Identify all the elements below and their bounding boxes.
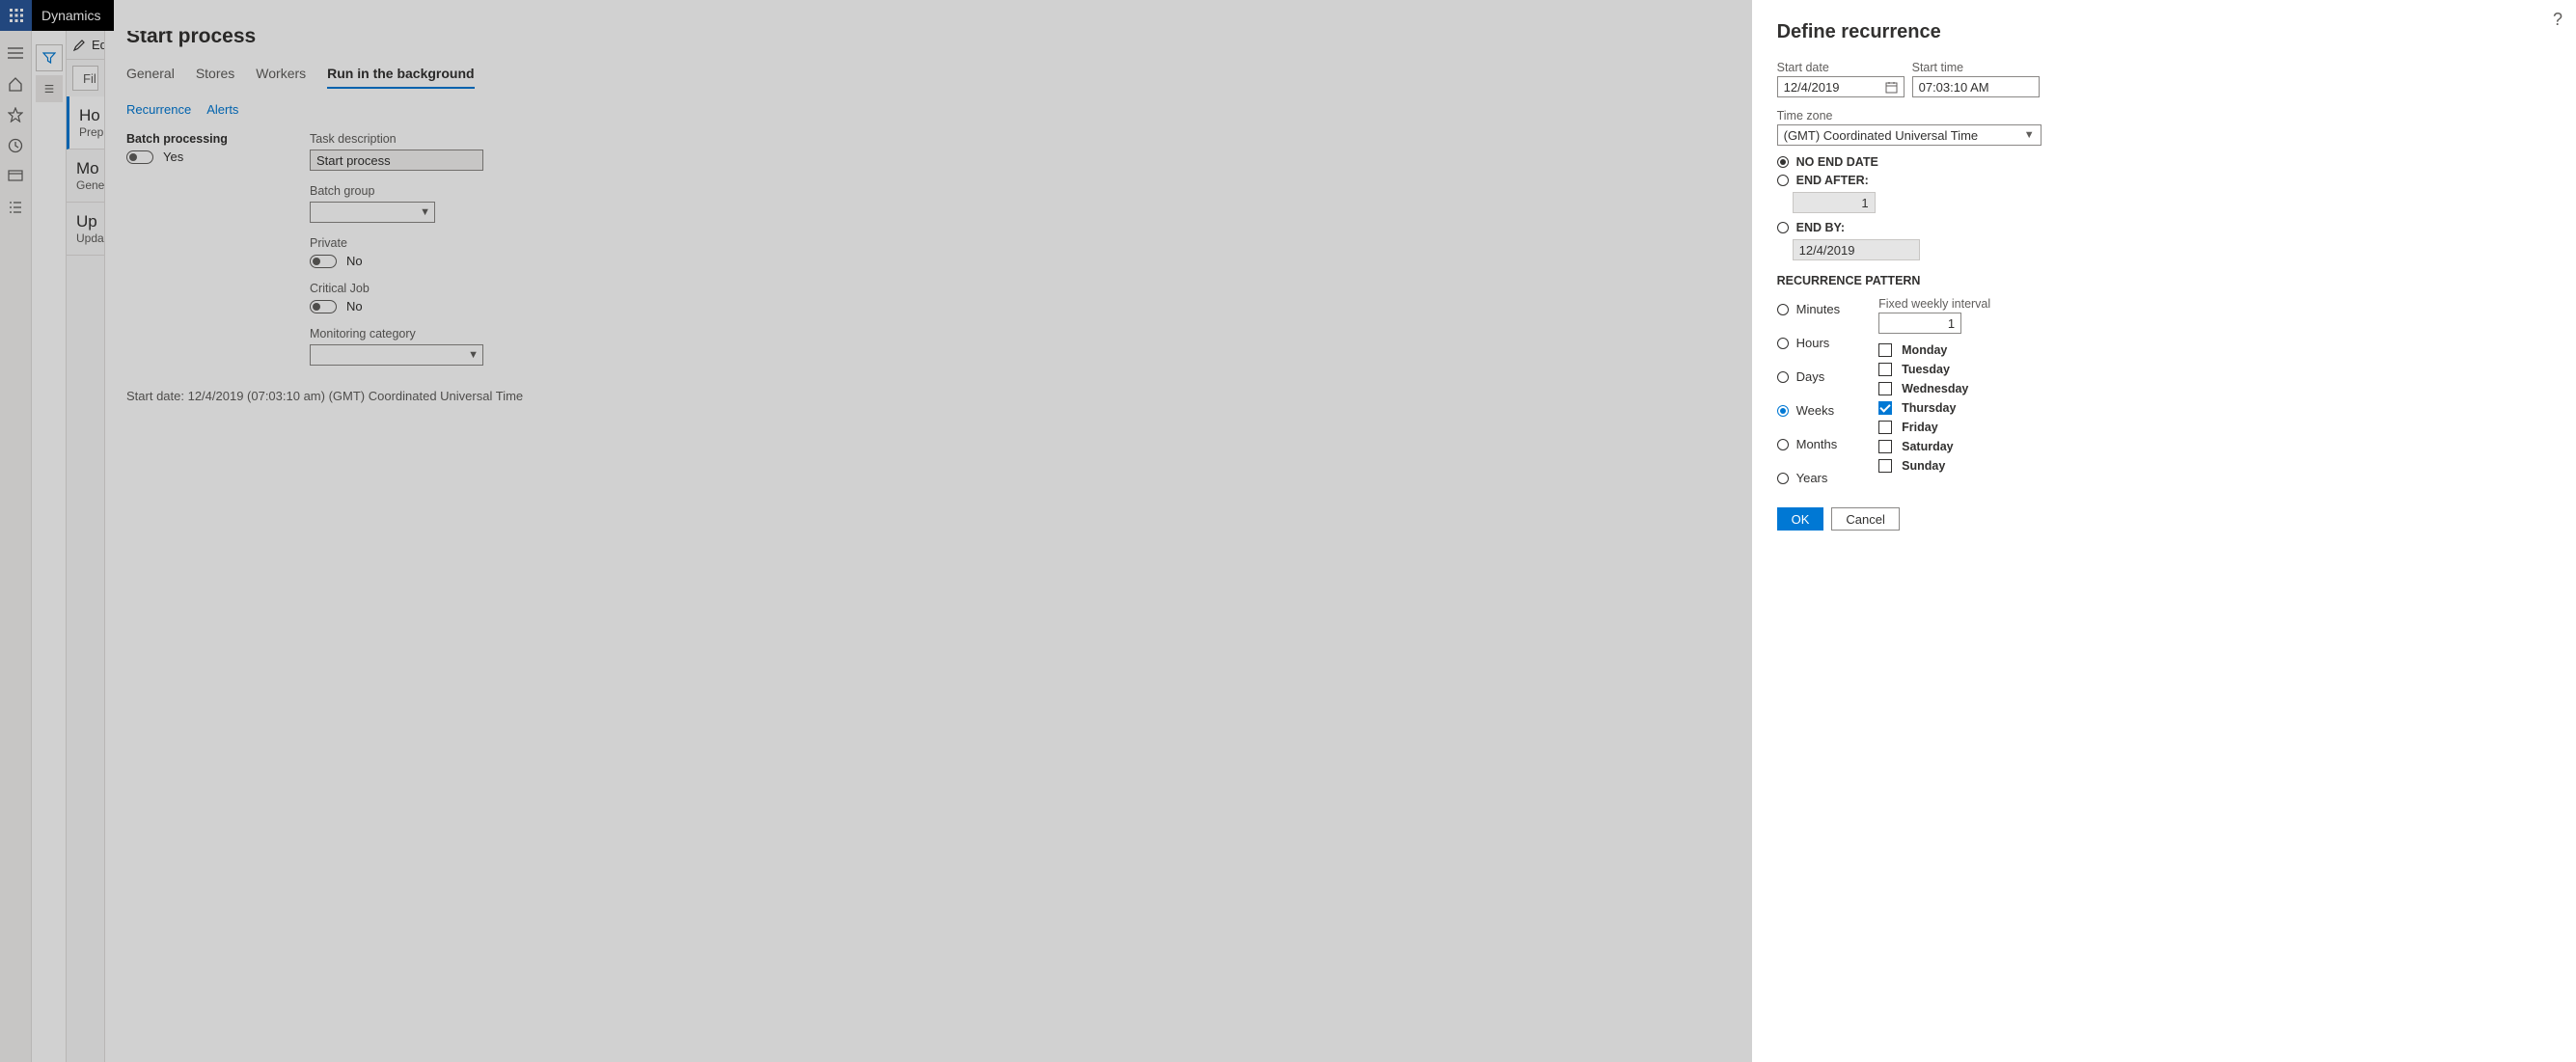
chevron-down-icon: ▼ <box>420 206 430 218</box>
tab-run-background[interactable]: Run in the background <box>327 66 474 89</box>
bookmark-icon[interactable] <box>36 75 63 102</box>
start-date-label: Start date <box>1777 61 1905 74</box>
search-placeholder: Fil <box>83 71 96 86</box>
star-icon[interactable] <box>7 106 24 123</box>
help-icon[interactable]: ? <box>2553 10 2562 30</box>
summary-line: Start date: 12/4/2019 (07:03:10 am) (GMT… <box>126 389 1731 403</box>
filter-icon[interactable] <box>36 44 63 71</box>
hamburger-icon[interactable] <box>7 44 24 62</box>
critical-toggle[interactable] <box>310 300 337 313</box>
cancel-button[interactable]: Cancel <box>1831 507 1899 531</box>
radio-minutes[interactable]: Minutes <box>1777 302 1841 316</box>
subtab-alerts[interactable]: Alerts <box>206 102 238 117</box>
list-item[interactable]: Mo Gene <box>67 150 104 203</box>
start-time-input[interactable]: 07:03:10 AM <box>1912 76 2040 97</box>
subtab-bar: Recurrence Alerts <box>126 102 1731 117</box>
recent-icon[interactable] <box>7 137 24 154</box>
main-panel: Start process General Stores Workers Run… <box>105 0 1752 1062</box>
radio-weeks[interactable]: Weeks <box>1777 403 1841 418</box>
list-item[interactable]: Up Upda <box>67 203 104 256</box>
interval-label: Fixed weekly interval <box>1878 297 1990 311</box>
batch-processing-label: Batch processing <box>126 132 310 146</box>
radio-years[interactable]: Years <box>1777 471 1841 485</box>
tab-workers[interactable]: Workers <box>256 66 306 89</box>
monitoring-label: Monitoring category <box>310 327 483 340</box>
left-rail <box>0 0 32 1062</box>
batch-group-select[interactable]: ▼ <box>310 202 435 223</box>
radio-days[interactable]: Days <box>1777 369 1841 384</box>
critical-value: No <box>346 299 363 313</box>
check-saturday[interactable]: Saturday <box>1878 440 1990 453</box>
waffle-icon[interactable] <box>0 0 32 31</box>
batch-group-label: Batch group <box>310 184 483 198</box>
edit-label[interactable]: Edit <box>92 38 105 52</box>
recurrence-panel: ? Define recurrence Start date 12/4/2019… <box>1752 0 2576 1062</box>
subtab-recurrence[interactable]: Recurrence <box>126 102 191 117</box>
tab-stores[interactable]: Stores <box>196 66 234 89</box>
radio-hours[interactable]: Hours <box>1777 336 1841 350</box>
app-name: Dynamics <box>32 0 114 31</box>
chevron-down-icon: ▼ <box>2024 129 2035 141</box>
end-by-input[interactable]: 12/4/2019 <box>1793 239 1920 260</box>
task-description-label: Task description <box>310 132 483 146</box>
check-thursday[interactable]: Thursday <box>1878 401 1990 415</box>
check-wednesday[interactable]: Wednesday <box>1878 382 1990 395</box>
radio-months[interactable]: Months <box>1777 437 1841 451</box>
check-monday[interactable]: Monday <box>1878 343 1990 357</box>
list-item[interactable]: Ho Prep <box>67 96 104 150</box>
navigator-column: Edit Fil Ho Prep Mo Gene Up Upda <box>67 0 105 1062</box>
workspace-icon[interactable] <box>7 168 24 185</box>
start-date-input[interactable]: 12/4/2019 <box>1777 76 1905 97</box>
modules-icon[interactable] <box>7 199 24 216</box>
radio-no-end-date[interactable]: No end date <box>1777 155 2551 169</box>
private-value: No <box>346 254 363 268</box>
batch-processing-toggle[interactable] <box>126 150 153 164</box>
home-icon[interactable] <box>7 75 24 93</box>
tab-general[interactable]: General <box>126 66 175 89</box>
search-input[interactable]: Fil <box>72 66 98 91</box>
start-time-label: Start time <box>1912 61 2040 74</box>
ok-button[interactable]: OK <box>1777 507 1824 531</box>
critical-label: Critical Job <box>310 282 483 295</box>
timezone-select[interactable]: (GMT) Coordinated Universal Time ▼ <box>1777 124 2042 146</box>
secondary-rail <box>32 0 67 1062</box>
chevron-down-icon: ▼ <box>468 349 479 361</box>
check-tuesday[interactable]: Tuesday <box>1878 363 1990 376</box>
check-sunday[interactable]: Sunday <box>1878 459 1990 473</box>
monitoring-select[interactable]: ▼ <box>310 344 483 366</box>
private-toggle[interactable] <box>310 255 337 268</box>
recurrence-title: Define recurrence <box>1777 21 2551 43</box>
batch-processing-value: Yes <box>163 150 183 164</box>
radio-end-after[interactable]: End after: <box>1777 174 2551 187</box>
pencil-icon <box>72 39 86 52</box>
end-after-input[interactable]: 1 <box>1793 192 1876 213</box>
calendar-icon <box>1885 81 1898 94</box>
interval-input[interactable]: 1 <box>1878 313 1961 334</box>
check-friday[interactable]: Friday <box>1878 421 1990 434</box>
pattern-heading: Recurrence pattern <box>1777 274 2551 287</box>
tab-bar: General Stores Workers Run in the backgr… <box>126 66 1731 89</box>
task-description-input[interactable] <box>310 150 483 171</box>
radio-end-by[interactable]: End by: <box>1777 221 2551 234</box>
private-label: Private <box>310 236 483 250</box>
timezone-label: Time zone <box>1777 109 2551 123</box>
